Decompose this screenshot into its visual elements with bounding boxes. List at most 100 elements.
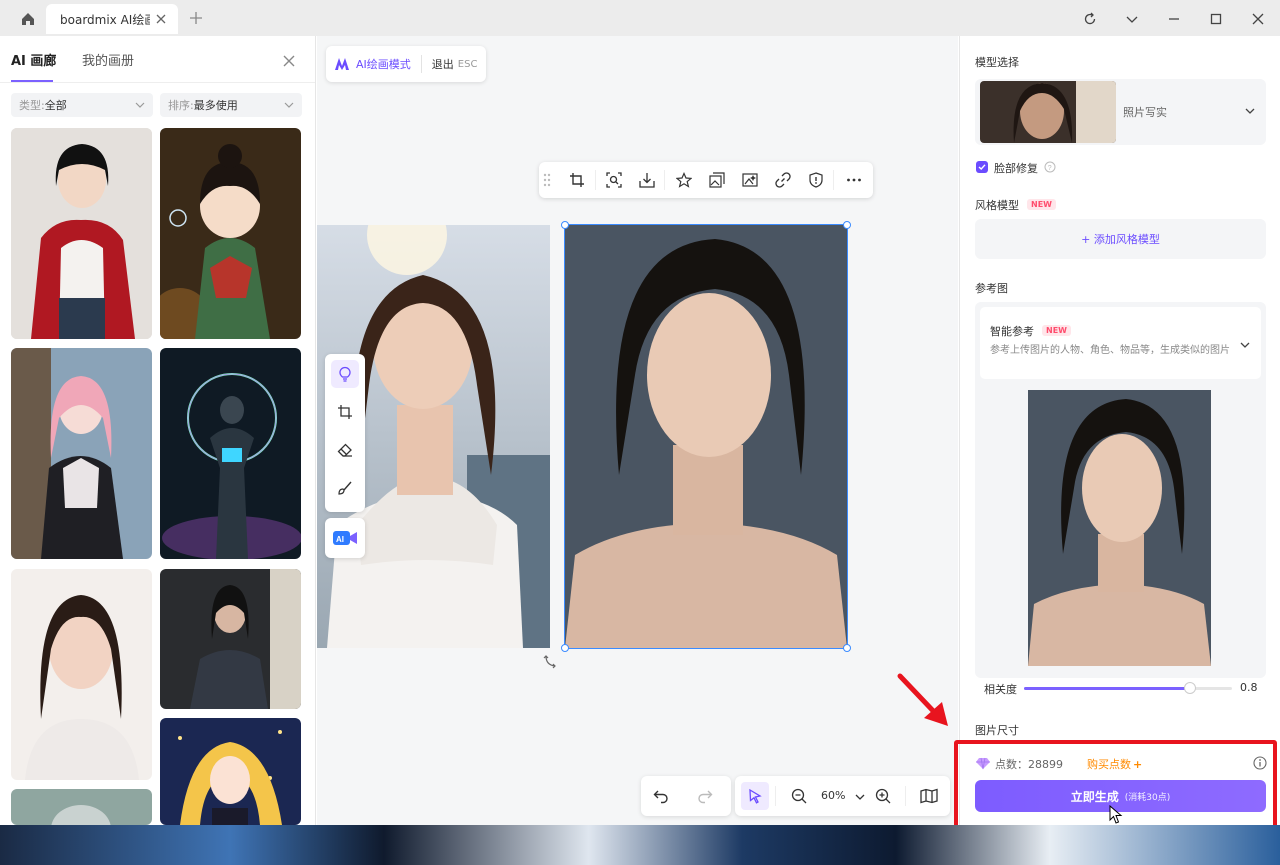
- drag-handle-icon: [543, 173, 551, 187]
- gallery-image[interactable]: [11, 569, 152, 780]
- eraser-button[interactable]: [331, 436, 359, 464]
- zoom-level[interactable]: 60%: [821, 789, 845, 802]
- add-style-model-button[interactable]: + 添加风格模型: [975, 219, 1266, 259]
- more-button[interactable]: [844, 170, 864, 190]
- ai-logo-icon: [335, 58, 349, 70]
- redo-button[interactable]: [695, 786, 715, 806]
- relevance-slider-handle[interactable]: [1184, 682, 1197, 694]
- gallery-image[interactable]: [160, 718, 301, 825]
- undo-button[interactable]: [651, 786, 671, 806]
- history-bar: [641, 776, 731, 816]
- rotate-icon[interactable]: [543, 653, 559, 669]
- style-section-title: 风格模型: [975, 199, 1019, 212]
- chevron-down-icon[interactable]: [855, 792, 865, 802]
- close-window-button[interactable]: [1247, 8, 1269, 30]
- search-zoom-button[interactable]: [604, 170, 624, 190]
- sort-filter[interactable]: 排序: 最多使用: [160, 93, 302, 117]
- shield-button[interactable]: [806, 170, 826, 190]
- gallery-image[interactable]: [160, 348, 301, 559]
- divider: [420, 55, 422, 73]
- favorite-button[interactable]: [674, 170, 694, 190]
- resize-handle[interactable]: [843, 644, 851, 652]
- reference-box: 智能参考 NEW 参考上传图片的人物、角色、物品等，生成类似的图片: [975, 302, 1266, 678]
- tab-ai-gallery[interactable]: AI 画廊: [11, 50, 56, 69]
- tab-my-album[interactable]: 我的画册: [82, 50, 134, 69]
- drag-handle[interactable]: [541, 170, 553, 190]
- lightbulb-icon: [339, 366, 351, 382]
- relevance-label: 相关度: [984, 683, 1017, 696]
- plus-icon: [190, 12, 202, 24]
- brush-button[interactable]: [331, 474, 359, 502]
- reference-section-title: 参考图: [975, 282, 1008, 295]
- crop-icon: [570, 173, 584, 187]
- select-tool-button[interactable]: [741, 782, 769, 810]
- images-icon: [709, 172, 725, 188]
- close-icon: [1252, 13, 1264, 25]
- crop-tool-button[interactable]: [331, 398, 359, 426]
- model-thumbnail: [980, 81, 1116, 143]
- gallery-image[interactable]: [11, 348, 152, 559]
- zoom-in-button[interactable]: [873, 786, 893, 806]
- gallery-image[interactable]: [160, 569, 301, 709]
- more-icon: [847, 178, 861, 182]
- crop-button[interactable]: [567, 170, 587, 190]
- filter-label: 排序:: [168, 99, 194, 112]
- download-button[interactable]: [637, 170, 657, 190]
- filter-label: 类型:: [19, 99, 45, 112]
- desktop-wallpaper: [0, 825, 1280, 865]
- check-icon: [978, 164, 986, 170]
- shield-icon: [809, 172, 823, 188]
- relevance-slider[interactable]: [1024, 687, 1232, 690]
- gallery-image[interactable]: [11, 789, 152, 825]
- divider: [664, 170, 665, 190]
- gallery-image[interactable]: [11, 128, 152, 339]
- smart-reference-selector[interactable]: 智能参考 NEW 参考上传图片的人物、角色、物品等，生成类似的图片: [980, 307, 1261, 379]
- title-bar: boardmix AI绘画: [0, 0, 1280, 36]
- canvas[interactable]: AI绘画模式 退出 ESC AI 60%: [317, 36, 958, 825]
- divider: [595, 170, 596, 190]
- gallery-image[interactable]: [160, 128, 301, 339]
- new-badge: NEW: [1042, 325, 1071, 336]
- resize-handle[interactable]: [843, 221, 851, 229]
- zoom-out-button[interactable]: [789, 786, 809, 806]
- selected-canvas-image[interactable]: [564, 224, 848, 649]
- image-ai-button[interactable]: [740, 170, 760, 190]
- download-icon: [639, 173, 655, 188]
- images-button[interactable]: [707, 170, 727, 190]
- dropdown-button[interactable]: [1121, 8, 1143, 30]
- resize-handle[interactable]: [561, 644, 569, 652]
- model-section-title: 模型选择: [975, 56, 1019, 69]
- face-fix-checkbox[interactable]: [976, 161, 988, 173]
- search-zoom-icon: [606, 172, 622, 188]
- red-arrow-annotation: [897, 673, 948, 726]
- model-selector[interactable]: 照片写实: [975, 79, 1266, 145]
- refresh-icon: [1084, 12, 1096, 25]
- inspiration-button[interactable]: [331, 360, 359, 388]
- link-button[interactable]: [773, 170, 793, 190]
- close-icon[interactable]: [280, 52, 298, 70]
- chevron-down-icon: [1245, 108, 1255, 114]
- refresh-button[interactable]: [1079, 8, 1101, 30]
- help-icon[interactable]: ?: [1044, 161, 1056, 173]
- close-icon[interactable]: [154, 12, 168, 26]
- exit-mode-button[interactable]: 退出: [432, 56, 454, 72]
- ai-video-button[interactable]: AI: [325, 518, 365, 558]
- reference-image[interactable]: [1028, 390, 1211, 666]
- browser-tab[interactable]: boardmix AI绘画: [46, 4, 178, 34]
- maximize-button[interactable]: [1205, 8, 1227, 30]
- resize-handle[interactable]: [561, 221, 569, 229]
- home-button[interactable]: [14, 8, 42, 30]
- new-tab-button[interactable]: [186, 8, 206, 28]
- chevron-down-icon: [284, 102, 294, 108]
- chevron-down-icon: [1240, 342, 1250, 348]
- image-toolbar: [539, 162, 873, 198]
- redo-icon: [698, 790, 713, 804]
- map-button[interactable]: [919, 786, 939, 806]
- minimize-button[interactable]: [1163, 8, 1185, 30]
- new-badge: NEW: [1027, 199, 1056, 210]
- home-icon: [22, 13, 34, 25]
- size-section-title: 图片尺寸: [975, 724, 1019, 737]
- face-fix-label: 脸部修复: [994, 162, 1038, 175]
- type-filter[interactable]: 类型: 全部: [11, 93, 153, 117]
- filter-value: 最多使用: [193, 99, 238, 112]
